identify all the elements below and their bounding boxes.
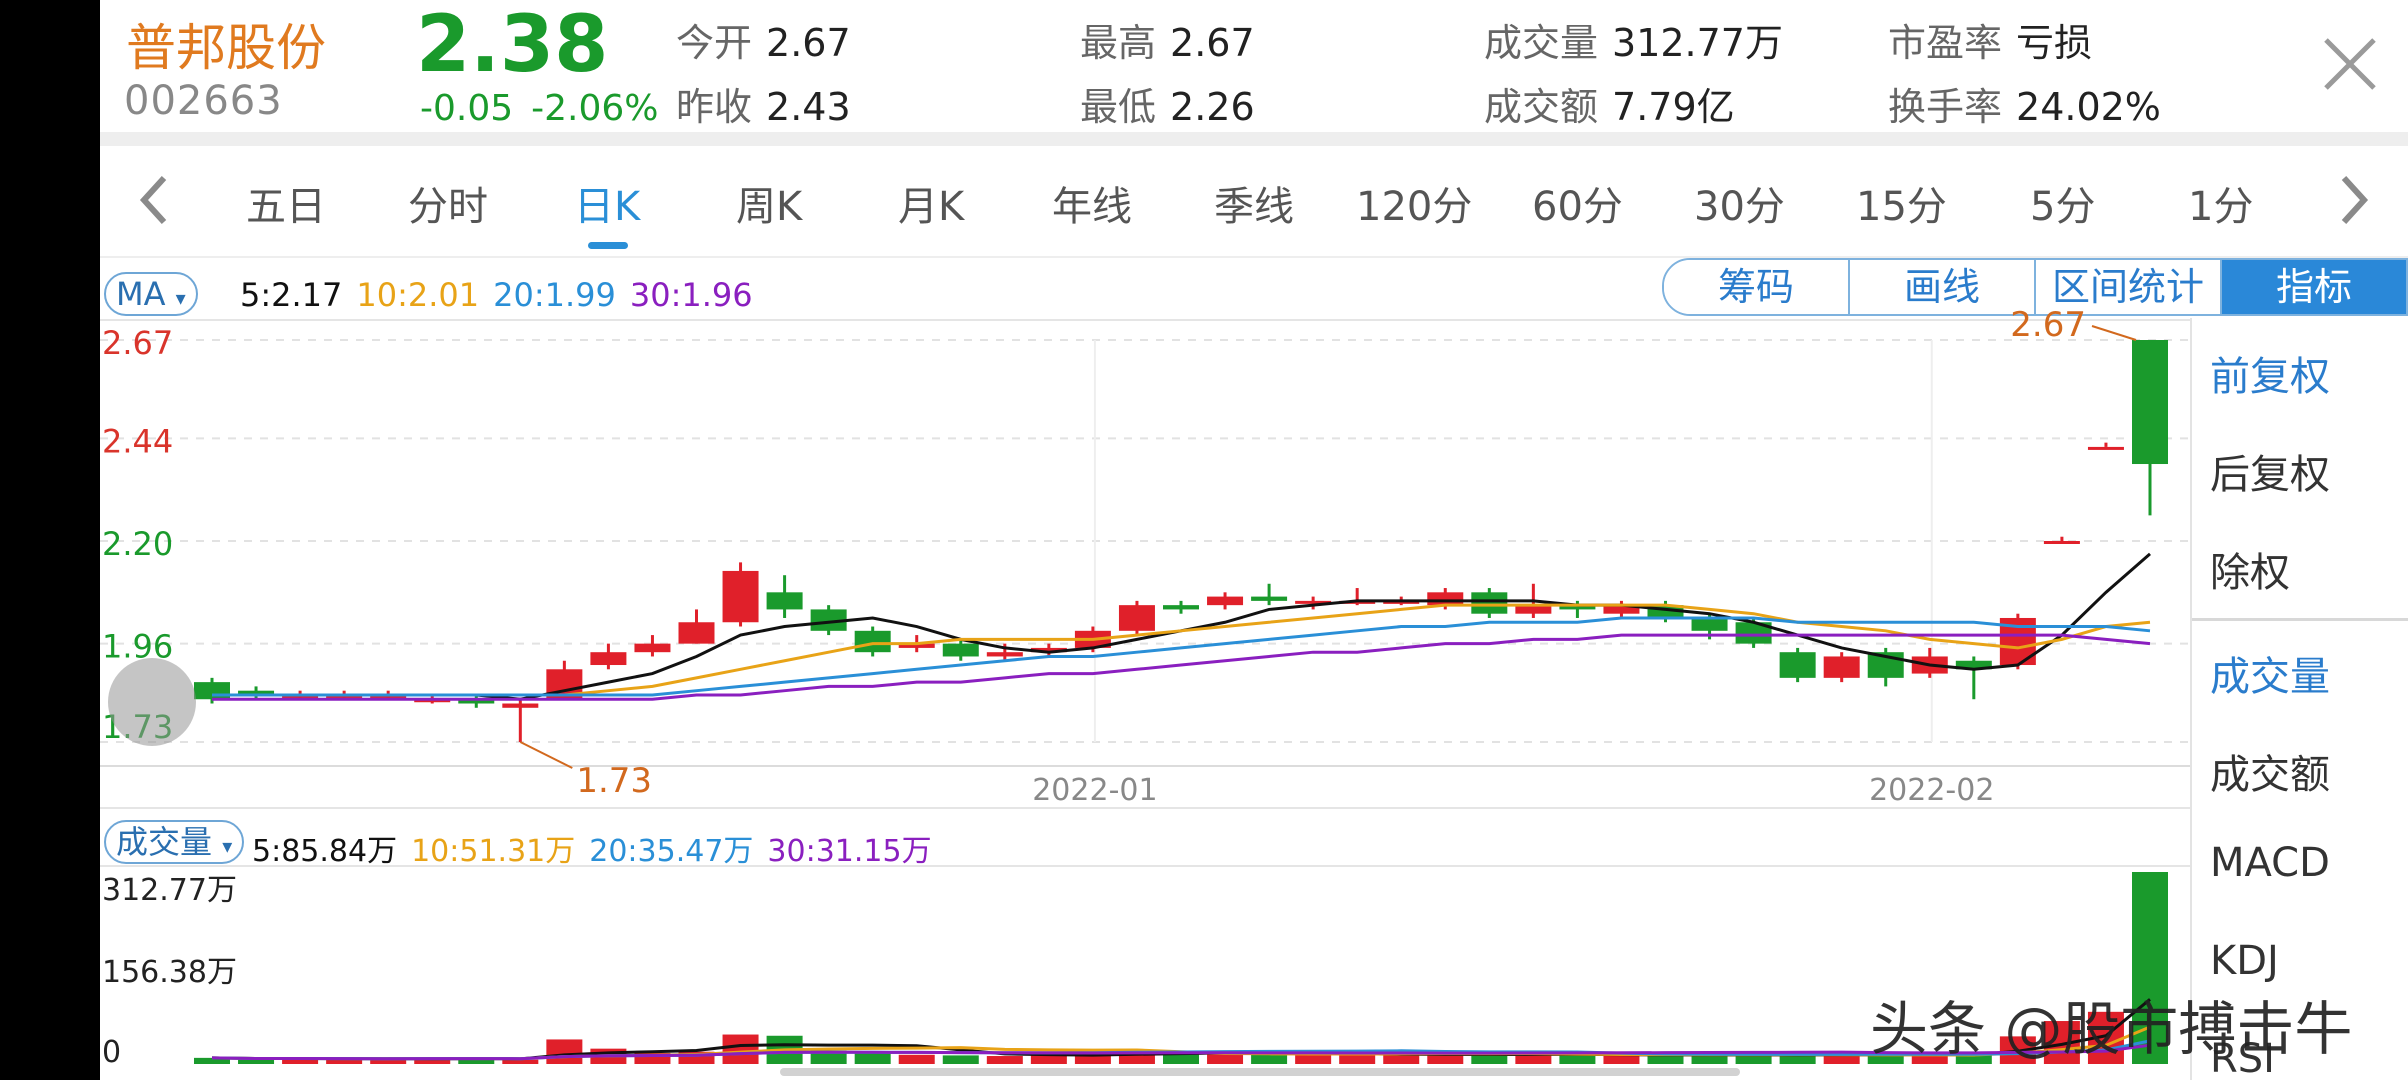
max-pointer xyxy=(2091,325,2137,341)
volume-bar xyxy=(1603,1055,1640,1064)
volume-ma-values: 5:85.84万 10:51.31万 20:35.47万 30:31.15万 xyxy=(252,826,946,870)
volume-bar xyxy=(502,1059,539,1064)
candle-body xyxy=(2043,541,2080,544)
indicator-volume[interactable]: 成交量 xyxy=(2210,644,2330,702)
indicator-kdj[interactable]: KDJ xyxy=(2210,938,2279,984)
candle-body xyxy=(986,652,1023,657)
candle-body xyxy=(1471,592,1508,614)
candle-body xyxy=(2087,446,2124,450)
vol-ma10-value: 10:51.31万 xyxy=(411,834,576,869)
kline-chart[interactable]: 2.672.442.201.961.732022-012022-022.671.… xyxy=(100,0,2190,1080)
side-menu: 前复权 后复权 除权 成交量 成交额 MACD KDJ RSI xyxy=(2190,318,2408,1080)
candle-body xyxy=(766,592,803,610)
adjust-none[interactable]: 除权 xyxy=(2210,540,2290,598)
candle-body xyxy=(1251,596,1288,601)
indicator-amount[interactable]: 成交额 xyxy=(2210,742,2330,800)
candle-body xyxy=(1427,592,1464,606)
date-label: 2022-01 xyxy=(1032,773,1157,808)
min-pointer xyxy=(519,741,573,769)
price-tick-label: 2.44 xyxy=(102,422,173,460)
candle-body xyxy=(1207,596,1244,606)
volume-tick-label: 156.38万 xyxy=(102,955,237,990)
candle-body xyxy=(1691,617,1728,631)
volume-tick-label: 0 xyxy=(102,1035,121,1070)
volume-bar xyxy=(546,1039,583,1064)
app: 普邦股份 002663 2.38 -0.05 -2.06% 今开 2.67 昨收 2.… xyxy=(100,0,2408,1080)
vol-ma20-value: 20:35.47万 xyxy=(589,834,754,869)
vol-ma30-value: 30:31.15万 xyxy=(767,834,932,869)
candle-body xyxy=(854,630,891,653)
volume-bar xyxy=(1823,1055,1860,1064)
candle-body xyxy=(942,643,979,657)
candle-body xyxy=(1163,605,1199,610)
axis-layer: 2.672.442.201.961.732022-012022-022.671.… xyxy=(102,305,2137,1070)
indicator-button[interactable]: 指标 xyxy=(2220,260,2406,314)
chart-scrollbar[interactable] xyxy=(780,1068,1740,1076)
candle-body xyxy=(1823,656,1860,678)
volume-bar xyxy=(1295,1054,1332,1064)
candle-body xyxy=(634,643,671,653)
side-divider xyxy=(2192,618,2408,621)
max-price-label: 2.67 xyxy=(2010,305,2086,345)
candle-body xyxy=(678,622,715,644)
volume-bar xyxy=(942,1055,979,1064)
close-icon[interactable] xyxy=(2320,34,2380,94)
volume-bar xyxy=(1251,1054,1288,1064)
adjust-forward[interactable]: 前复权 xyxy=(2210,344,2330,402)
volume-bar xyxy=(1074,1055,1111,1064)
volume-bar xyxy=(986,1056,1023,1064)
drag-handle-icon[interactable] xyxy=(108,658,196,746)
date-label: 2022-02 xyxy=(1869,773,1994,808)
volume-bar xyxy=(1691,1055,1728,1064)
volume-tick-label: 312.77万 xyxy=(102,873,237,908)
volume-bar xyxy=(1471,1054,1508,1064)
vol-ma5-value: 5:85.84万 xyxy=(252,834,398,869)
candle-body xyxy=(2132,340,2168,465)
volume-ma-line xyxy=(211,998,2151,1061)
candle-body xyxy=(590,652,627,666)
candle-body xyxy=(722,570,759,623)
watermark: 头条 @股市搏击牛 xyxy=(1870,995,2353,1063)
volume-indicator-select[interactable]: 成交量 ▾ xyxy=(104,820,245,864)
volume-bar xyxy=(898,1054,935,1064)
chevron-right-icon[interactable] xyxy=(2334,170,2374,230)
volume-bar xyxy=(854,1052,891,1064)
candle-body xyxy=(1779,652,1816,678)
dropdown-arrow-icon: ▾ xyxy=(222,834,233,858)
adjust-backward[interactable]: 后复权 xyxy=(2210,442,2330,500)
min-price-label: 1.73 xyxy=(576,761,652,801)
volume-bar xyxy=(1559,1055,1596,1064)
candle-body xyxy=(502,703,539,708)
volume-bar xyxy=(1339,1055,1376,1064)
indicator-macd[interactable]: MACD xyxy=(2210,840,2330,886)
price-tick-label: 2.67 xyxy=(102,324,173,362)
candle-body xyxy=(194,682,230,700)
tab-1min[interactable]: 1分 xyxy=(2188,174,2253,232)
price-tick-label: 2.20 xyxy=(102,525,173,563)
candle-body xyxy=(1118,605,1155,631)
volume-bar xyxy=(722,1034,759,1064)
